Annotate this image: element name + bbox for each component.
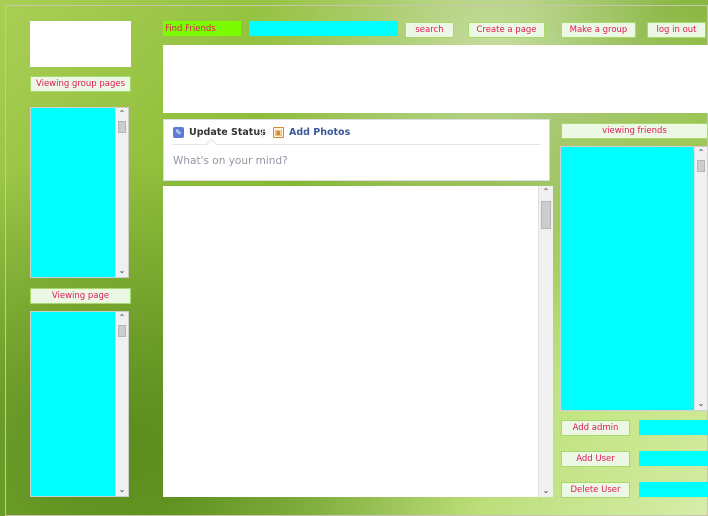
scroll-thumb[interactable] (697, 160, 705, 172)
scroll-thumb[interactable] (118, 121, 126, 133)
pages-scrollbar[interactable]: ⌃ ⌄ (115, 312, 128, 496)
group-pages-list[interactable]: ⌃ ⌄ (30, 107, 129, 278)
status-input[interactable]: What's on your mind? (173, 155, 288, 167)
log-in-out-button[interactable]: log in out (647, 22, 706, 38)
cover-banner (163, 45, 708, 113)
tab-add-photos-label: Add Photos (289, 127, 351, 138)
news-feed-scrollbar[interactable]: ⌃ ⌄ (538, 186, 553, 497)
photo-icon: ▣ (273, 127, 284, 138)
viewing-page-button[interactable]: Viewing page (30, 288, 131, 304)
active-tab-caret (206, 138, 217, 149)
group-pages-scrollbar[interactable]: ⌃ ⌄ (115, 108, 128, 277)
composer-divider (172, 144, 541, 145)
admin-input[interactable] (639, 420, 708, 435)
find-friends-search-input[interactable] (249, 21, 398, 36)
tab-update-status[interactable]: ✎ Update Status (173, 127, 266, 138)
friends-scrollbar[interactable]: ⌃ ⌄ (694, 147, 707, 410)
status-composer: ✎ Update Status ▣ Add Photos What's on y… (163, 119, 550, 181)
search-button[interactable]: search (405, 22, 454, 38)
create-page-button[interactable]: Create a page (468, 22, 545, 38)
friends-list[interactable]: ⌃ ⌄ (560, 146, 708, 411)
scroll-up-arrow-icon[interactable]: ⌃ (116, 108, 128, 120)
pages-list[interactable]: ⌃ ⌄ (30, 311, 129, 497)
profile-picture-box (30, 21, 131, 67)
user-input[interactable] (639, 451, 708, 466)
tab-separator (262, 128, 263, 138)
add-admin-button[interactable]: Add admin (561, 420, 630, 436)
scroll-thumb[interactable] (118, 325, 126, 337)
add-user-button[interactable]: Add User (561, 451, 630, 467)
scroll-up-arrow-icon[interactable]: ⌃ (116, 312, 128, 324)
scroll-down-arrow-icon[interactable]: ⌄ (539, 485, 553, 497)
find-friends-label: Find Friends (163, 21, 241, 36)
make-group-button[interactable]: Make a group (561, 22, 636, 38)
pencil-icon: ✎ (173, 127, 184, 138)
scroll-up-arrow-icon[interactable]: ⌃ (539, 186, 553, 198)
scroll-thumb[interactable] (541, 201, 551, 229)
tab-add-photos[interactable]: ▣ Add Photos (273, 127, 350, 138)
scroll-up-arrow-icon[interactable]: ⌃ (695, 147, 707, 159)
scroll-down-arrow-icon[interactable]: ⌄ (116, 484, 128, 496)
scroll-down-arrow-icon[interactable]: ⌄ (116, 265, 128, 277)
viewing-group-pages-button[interactable]: Viewing group pages (30, 76, 131, 92)
viewing-friends-button[interactable]: viewing friends (561, 123, 708, 139)
scroll-down-arrow-icon[interactable]: ⌄ (695, 398, 707, 410)
tab-update-status-label: Update Status (189, 127, 266, 138)
delete-user-button[interactable]: Delete User (561, 482, 630, 498)
delete-user-input[interactable] (639, 482, 708, 497)
news-feed[interactable]: ⌃ ⌄ (163, 186, 553, 497)
